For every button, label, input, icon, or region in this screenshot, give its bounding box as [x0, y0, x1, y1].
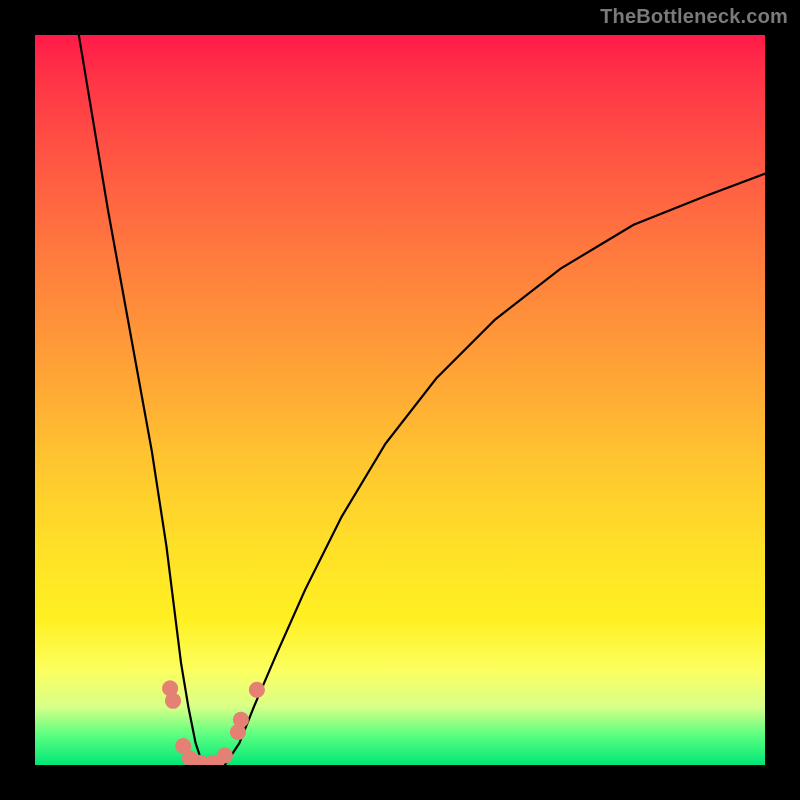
watermark-text: TheBottleneck.com [600, 6, 788, 29]
data-point [249, 682, 265, 698]
data-point [165, 693, 181, 709]
plot-area [35, 35, 765, 765]
data-point [217, 748, 233, 764]
chart-frame: TheBottleneck.com [0, 0, 800, 800]
bottleneck-curve [35, 35, 765, 765]
data-point [233, 712, 249, 728]
